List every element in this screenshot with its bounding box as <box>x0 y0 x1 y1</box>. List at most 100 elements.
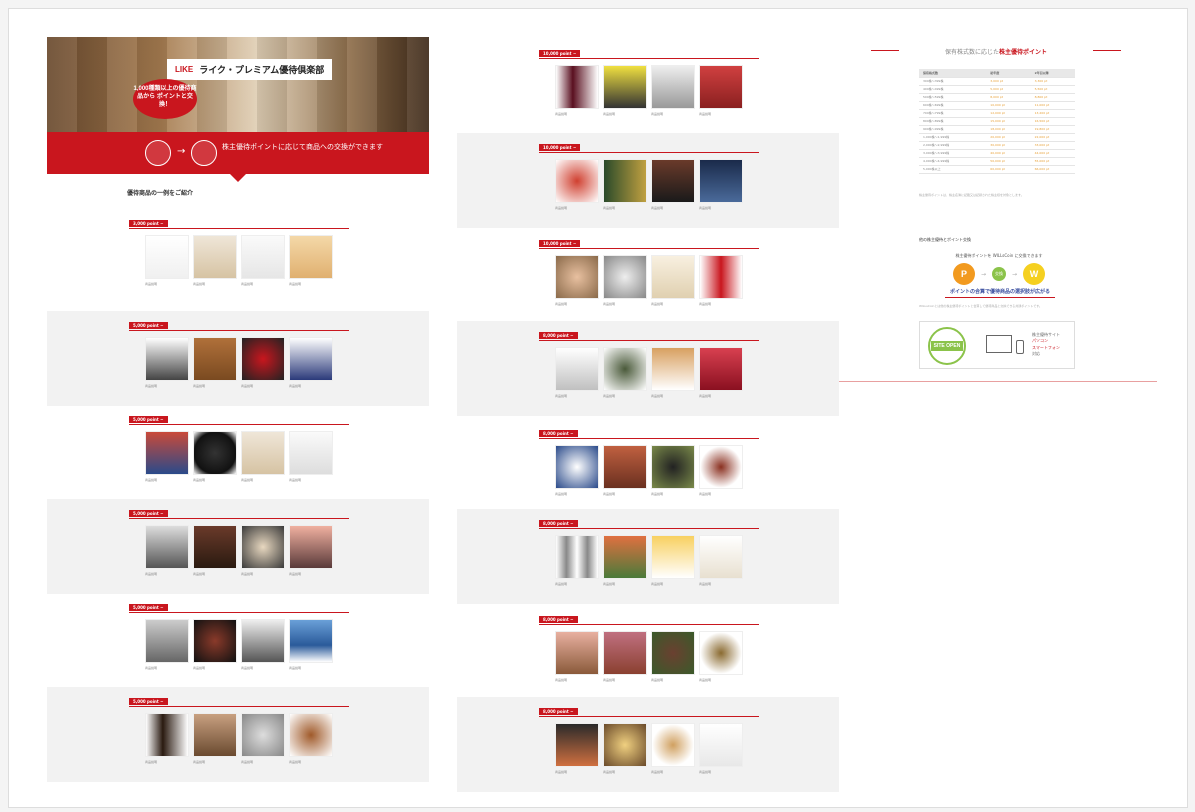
point-icon <box>145 140 171 166</box>
point-tag: 8,000 point ~ <box>539 520 578 527</box>
point-tag: 8,000 point ~ <box>539 430 578 437</box>
product-item[interactable]: 商品説明 <box>603 347 647 404</box>
intro-heading: 優待商品の一例をご紹介 <box>127 190 194 197</box>
table-row: 300株～399株 3,000 pt 3,300 pt <box>919 77 1075 86</box>
product-item[interactable]: 商品説明 <box>699 65 743 122</box>
product-item[interactable]: 商品説明 <box>555 723 599 780</box>
product-item[interactable]: 商品説明 <box>699 347 743 404</box>
banner-text: 株主優待サイト パソコン スマートフォン 対応 <box>1032 332 1060 357</box>
exchange-icon: 交換 <box>992 267 1006 281</box>
product-item[interactable]: 商品説明 <box>603 159 647 216</box>
product-item[interactable]: 商品説明 <box>651 347 695 404</box>
product-item[interactable]: 商品説明 <box>193 525 237 582</box>
product-item[interactable]: 商品説明 <box>603 65 647 122</box>
hero-red-band: → 株主優待ポイントに応じて商品への交換ができます <box>47 132 429 182</box>
table-row: 900株～999株 18,000 pt 19,800 pt <box>919 125 1075 134</box>
product-block: 8,000 point ~ 商品説明 商品説明 商品説明 商品説明 <box>457 509 839 604</box>
product-item[interactable]: 商品説明 <box>145 713 189 770</box>
table-row: 700株～799株 12,000 pt 13,200 pt <box>919 109 1075 118</box>
product-item[interactable]: 商品説明 <box>603 631 647 688</box>
points-note: 株主優待ポイントは、株主名簿に記載又は記録された株主様を対象とします。 <box>919 193 1024 197</box>
product-item[interactable]: 商品説明 <box>289 235 333 292</box>
product-item[interactable]: 商品説明 <box>289 337 333 394</box>
product-item[interactable]: 商品説明 <box>651 255 695 312</box>
product-item[interactable]: 商品説明 <box>289 431 333 488</box>
wellness-description: WILLsCoinとは他の株主優待ポイントと合算して優待商品と交換できる共通ポイ… <box>919 304 1042 308</box>
product-item[interactable]: 商品説明 <box>603 445 647 502</box>
product-block: 3,000 point ~ 商品説明 商品説明 商品説明 商品説明 <box>47 209 429 304</box>
hero-photo-collage <box>47 37 429 132</box>
willscoin-icon: W <box>1023 263 1046 285</box>
point-tag: 10,000 point ~ <box>539 144 581 151</box>
product-item[interactable]: 商品説明 <box>651 723 695 780</box>
point-tag: 10,000 point ~ <box>539 240 581 247</box>
product-block: 5,000 point ~ 商品説明 商品説明 商品説明 商品説明 <box>47 687 429 782</box>
desktop-icon <box>986 335 1012 353</box>
points-coin-icon: P <box>952 263 975 285</box>
point-tag: 5,000 point ~ <box>129 416 168 423</box>
product-item[interactable]: 商品説明 <box>241 619 285 676</box>
hero-title: ライク・プレミアム優待倶楽部 <box>199 65 325 75</box>
point-tag: 8,000 point ~ <box>539 616 578 623</box>
table-row: 800株～899株 15,000 pt 16,500 pt <box>919 117 1075 126</box>
site-open-seal: SITE OPEN <box>928 327 966 365</box>
product-item[interactable]: 商品説明 <box>241 235 285 292</box>
product-item[interactable]: 商品説明 <box>193 713 237 770</box>
product-item[interactable]: 商品説明 <box>699 445 743 502</box>
product-item[interactable]: 商品説明 <box>651 631 695 688</box>
wellness-tagline: ポイントの合算で優待商品の選択肢が広がる <box>945 288 1055 298</box>
product-item[interactable]: 商品説明 <box>145 337 189 394</box>
product-item[interactable]: 商品説明 <box>289 525 333 582</box>
product-block: 10,000 point ~ 商品説明 商品説明 商品説明 商品説明 <box>457 39 839 134</box>
band-text: 株主優待ポイントに応じて商品への交換ができます <box>222 143 383 151</box>
product-item[interactable]: 商品説明 <box>145 619 189 676</box>
product-item[interactable]: 商品説明 <box>241 337 285 394</box>
product-item[interactable]: 商品説明 <box>193 235 237 292</box>
point-tag: 10,000 point ~ <box>539 50 581 57</box>
product-item[interactable]: 商品説明 <box>555 159 599 216</box>
product-item[interactable]: 商品説明 <box>603 255 647 312</box>
product-block: 5,000 point ~ 商品説明 商品説明 商品説明 商品説明 <box>47 405 429 500</box>
product-item[interactable]: 商品説明 <box>651 445 695 502</box>
footer-divider <box>839 381 1157 382</box>
product-item[interactable]: 商品説明 <box>241 431 285 488</box>
product-block: 8,000 point ~ 商品説明 商品説明 商品説明 商品説明 <box>457 605 839 700</box>
product-item[interactable]: 商品説明 <box>289 713 333 770</box>
product-item[interactable]: 商品説明 <box>145 235 189 292</box>
product-item[interactable]: 商品説明 <box>699 535 743 592</box>
product-item[interactable]: 商品説明 <box>699 723 743 780</box>
points-title: 保有株式数に応じた株主優待ポイント <box>871 47 1121 56</box>
product-item[interactable]: 商品説明 <box>699 255 743 312</box>
table-row: 3,000株～3,999株 40,000 pt 44,000 pt <box>919 149 1075 158</box>
product-item[interactable]: 商品説明 <box>193 337 237 394</box>
product-block: 10,000 point ~ 商品説明 商品説明 商品説明 商品説明 <box>457 133 839 228</box>
product-item[interactable]: 商品説明 <box>193 619 237 676</box>
product-block: 8,000 point ~ 商品説明 商品説明 商品説明 商品説明 <box>457 697 839 792</box>
product-item[interactable]: 商品説明 <box>699 631 743 688</box>
product-item[interactable]: 商品説明 <box>555 255 599 312</box>
product-item[interactable]: 商品説明 <box>289 619 333 676</box>
product-item[interactable]: 商品説明 <box>555 347 599 404</box>
site-open-banner[interactable]: SITE OPEN 株主優待サイト パソコン スマートフォン 対応 <box>919 321 1075 369</box>
product-item[interactable]: 商品説明 <box>603 535 647 592</box>
product-item[interactable]: 商品説明 <box>145 525 189 582</box>
brand-mark: LIKE <box>175 65 194 74</box>
product-item[interactable]: 商品説明 <box>145 431 189 488</box>
product-item[interactable]: 商品説明 <box>699 159 743 216</box>
product-item[interactable]: 商品説明 <box>603 723 647 780</box>
product-item[interactable]: 商品説明 <box>555 65 599 122</box>
product-block: 5,000 point ~ 商品説明 商品説明 商品説明 商品説明 <box>47 311 429 406</box>
product-item[interactable]: 商品説明 <box>555 445 599 502</box>
product-item[interactable]: 商品説明 <box>193 431 237 488</box>
product-item[interactable]: 商品説明 <box>241 713 285 770</box>
wellness-section: 他の株主優待とポイント交換 株主優待ポイントを WILLsCoin に交換できま… <box>919 237 1079 309</box>
product-item[interactable]: 商品説明 <box>651 65 695 122</box>
product-item[interactable]: 商品説明 <box>651 159 695 216</box>
product-item[interactable]: 商品説明 <box>555 631 599 688</box>
product-item[interactable]: 商品説明 <box>651 535 695 592</box>
product-item[interactable]: 商品説明 <box>241 525 285 582</box>
point-tag: 5,000 point ~ <box>129 698 168 705</box>
gift-icon <box>191 140 217 166</box>
product-item[interactable]: 商品説明 <box>555 535 599 592</box>
point-tag: 3,000 point ~ <box>129 220 168 227</box>
